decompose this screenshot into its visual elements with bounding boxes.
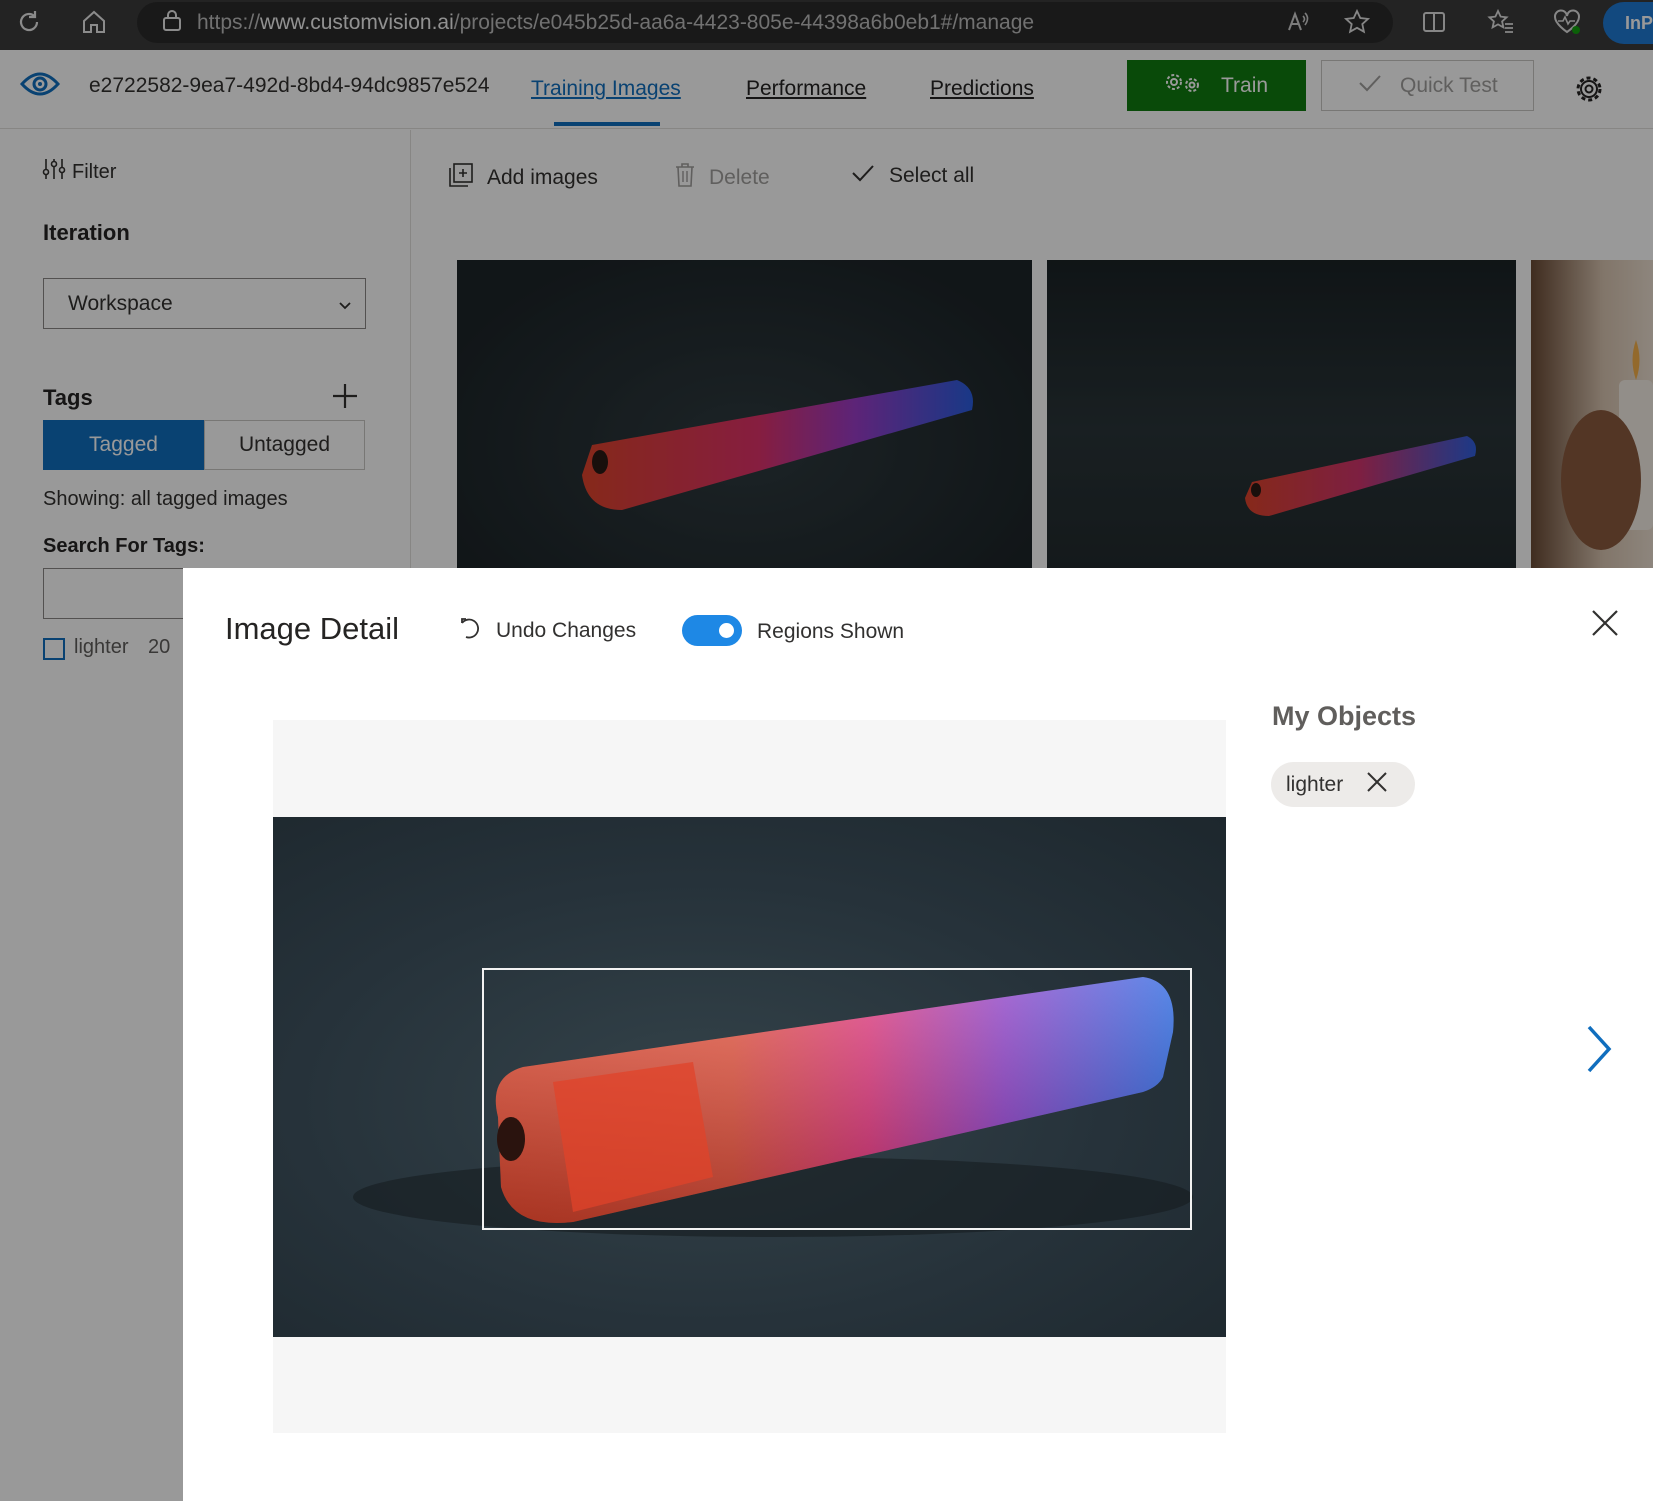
object-tag-label: lighter	[1286, 772, 1344, 796]
undo-changes-button[interactable]: Undo Changes	[460, 616, 636, 646]
region-bounding-box[interactable]	[482, 968, 1192, 1230]
object-tag-chip: lighter	[1271, 762, 1415, 807]
image-detail-dialog: Image Detail Undo Changes Regions Shown	[183, 568, 1653, 1501]
close-icon[interactable]	[1588, 606, 1622, 640]
remove-tag-close-icon[interactable]	[1365, 770, 1389, 800]
undo-label: Undo Changes	[496, 619, 637, 642]
my-objects-heading: My Objects	[1272, 701, 1417, 731]
undo-icon	[460, 616, 482, 646]
next-image-chevron-icon[interactable]	[1581, 1023, 1617, 1075]
toggle-knob	[719, 623, 734, 638]
image-canvas	[273, 720, 1226, 1433]
regions-shown-toggle[interactable]	[682, 615, 742, 646]
detail-photo[interactable]	[273, 817, 1226, 1337]
dialog-title: Image Detail	[225, 611, 400, 646]
regions-shown-label: Regions Shown	[757, 620, 905, 643]
